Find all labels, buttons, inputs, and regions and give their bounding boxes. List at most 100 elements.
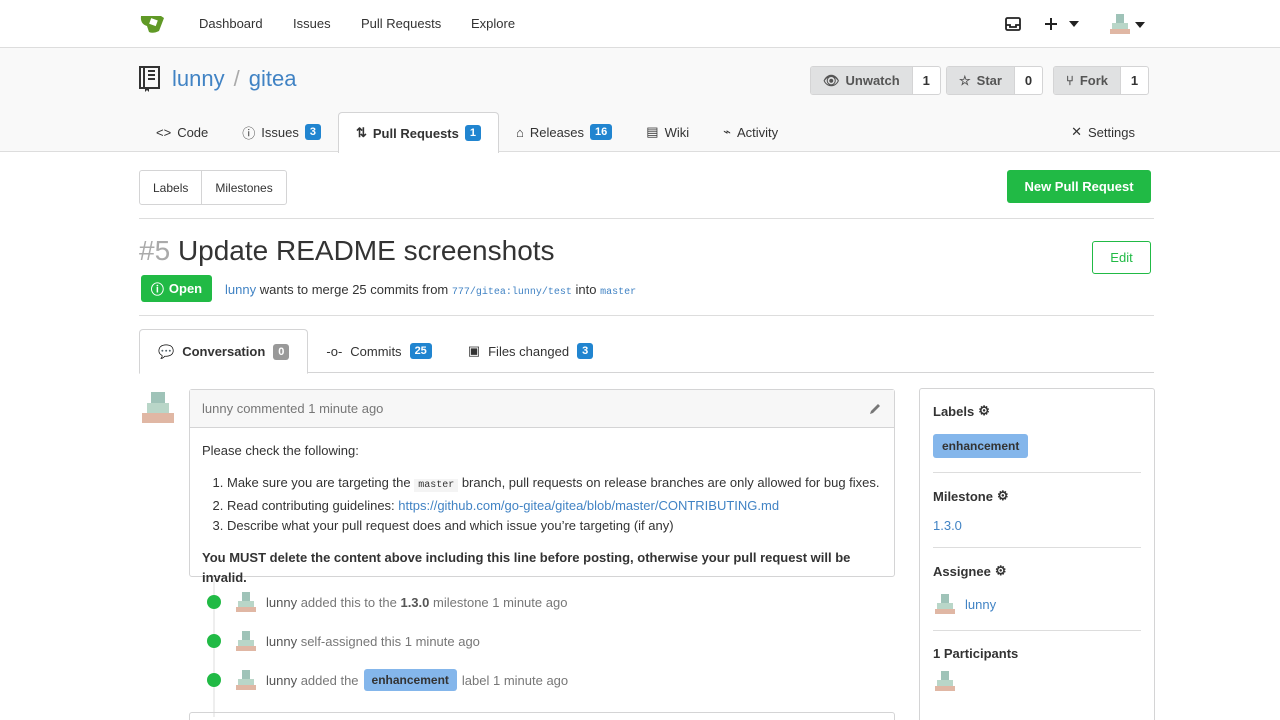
star-count[interactable]: 0: [1013, 67, 1042, 94]
tab-releases[interactable]: ⌂ Releases 16: [499, 112, 629, 152]
unwatch-button[interactable]: 👁 Unwatch: [811, 67, 912, 94]
pr-author-link[interactable]: lunny: [225, 282, 256, 297]
divider: [933, 472, 1141, 473]
tab-files-changed[interactable]: ▣ Files changed 3: [450, 329, 611, 373]
code-icon: <>: [156, 124, 172, 140]
tab-commits-label: Commits: [350, 343, 402, 359]
assignee-header[interactable]: Assignee ⚙: [933, 563, 1006, 579]
tab-wiki-label: Wiki: [664, 124, 690, 140]
from-branch[interactable]: 777/gitea:lunny/test: [452, 287, 572, 298]
tab-pull-requests[interactable]: ⇅ Pull Requests 1: [337, 112, 499, 153]
comment-action: commented: [236, 401, 305, 416]
event-text: added this to the: [300, 594, 397, 610]
unwatch-label: Unwatch: [845, 73, 900, 88]
avatar[interactable]: [234, 668, 258, 692]
fork-button[interactable]: ⑂ Fork: [1054, 67, 1120, 94]
git-commit-icon: -o-: [326, 343, 343, 359]
avatar[interactable]: [139, 389, 177, 427]
gear-icon: ⚙: [994, 563, 1007, 578]
pr-status-badge: ⓘ Open: [141, 275, 212, 302]
assignee-link[interactable]: lunny: [965, 597, 996, 612]
gear-icon: ⚙: [978, 403, 990, 418]
pencil-icon[interactable]: [868, 402, 882, 416]
warning-text: You MUST delete the content above includ…: [202, 550, 851, 585]
tools-icon: ✕: [1071, 124, 1083, 139]
to-branch[interactable]: master: [600, 287, 636, 298]
book-icon: ▤: [646, 124, 659, 139]
merge-description: lunny wants to merge 25 commits from 777…: [225, 282, 636, 298]
fork-count[interactable]: 1: [1119, 67, 1148, 94]
edit-title-button[interactable]: Edit: [1092, 241, 1151, 274]
repo-owner-link[interactable]: lunny: [172, 66, 225, 92]
comment-form: [189, 712, 895, 720]
new-pull-request-button[interactable]: New Pull Request: [1007, 170, 1151, 203]
milestone-link[interactable]: 1.3.0: [933, 518, 962, 533]
git-pull-request-icon: ⇅: [355, 125, 367, 140]
contributing-link[interactable]: https://github.com/go-gitea/gitea/blob/m…: [398, 498, 779, 513]
tab-conversation-label: Conversation: [182, 344, 266, 359]
watch-count[interactable]: 1: [911, 67, 940, 94]
tab-conversation[interactable]: 💬 Conversation 0: [139, 329, 309, 374]
tab-wiki[interactable]: ▤ Wiki: [629, 112, 706, 152]
repo-title: lunny / gitea: [139, 66, 296, 92]
star-button[interactable]: ☆ Star: [947, 67, 1014, 94]
nav-explore[interactable]: Explore: [471, 16, 515, 31]
event-milestone[interactable]: 1.3.0: [400, 595, 429, 610]
nav-pull-requests[interactable]: Pull Requests: [361, 16, 441, 31]
sidebar-label[interactable]: enhancement: [933, 434, 1029, 458]
nav-issues[interactable]: Issues: [293, 16, 331, 31]
gitea-logo-icon[interactable]: [139, 11, 167, 35]
assignee-item[interactable]: lunny: [933, 592, 996, 616]
item2-text: Read contributing guidelines:: [227, 498, 395, 513]
avatar[interactable]: [933, 669, 957, 693]
labels-header[interactable]: Labels ⚙: [933, 403, 990, 419]
repo-name-link[interactable]: gitea: [249, 66, 297, 92]
comment-intro: Please check the following:: [202, 443, 359, 458]
milestone-header[interactable]: Milestone ⚙: [933, 488, 1009, 504]
event-user[interactable]: lunny: [266, 673, 297, 688]
comment-author[interactable]: lunny: [202, 401, 233, 416]
divider: [139, 315, 1154, 316]
avatar[interactable]: [234, 590, 258, 614]
timeline-event: lunny added this to the 1.3.0 milestone …: [207, 590, 567, 614]
tab-issues[interactable]: ⓘ Issues 3: [225, 112, 338, 152]
labels-title: Labels: [933, 403, 975, 419]
pr-number: #5: [139, 235, 171, 266]
pulse-icon: ⌁: [723, 124, 731, 139]
tab-issues-label: Issues: [261, 124, 299, 140]
milestones-button[interactable]: Milestones: [201, 171, 285, 204]
tab-settings[interactable]: ✕ Settings: [1071, 112, 1135, 152]
event-user[interactable]: lunny: [266, 595, 297, 610]
tab-pull-requests-label: Pull Requests: [372, 125, 459, 141]
eye-icon: 👁: [823, 72, 840, 88]
avatar: [935, 594, 955, 614]
event-text-end: label 1 minute ago: [461, 672, 569, 688]
plus-icon[interactable]: [1045, 12, 1081, 36]
pr-subtabs: 💬 Conversation 0 -o- Commits 25 ▣ Files …: [139, 329, 1154, 374]
tab-commits[interactable]: -o- Commits 25: [308, 329, 449, 373]
nav-dashboard[interactable]: Dashboard: [199, 16, 263, 31]
divider: [139, 218, 1154, 219]
event-user[interactable]: lunny: [266, 634, 297, 649]
labels-milestones-group: Labels Milestones: [139, 170, 287, 205]
gear-icon: ⚙: [996, 488, 1009, 503]
fork-icon: ⑂: [1066, 73, 1074, 88]
watch-button-group: 👁 Unwatch 1: [810, 66, 941, 95]
fork-label: Fork: [1079, 73, 1108, 88]
files-changed-count-badge: 3: [577, 343, 594, 359]
event-dot: [207, 634, 221, 648]
avatar[interactable]: [234, 629, 258, 653]
star-button-group: ☆ Star 0: [946, 66, 1043, 95]
event-dot: [207, 595, 221, 609]
divider: [933, 630, 1141, 631]
event-text-end: milestone 1 minute ago: [433, 594, 568, 610]
assignee-title: Assignee: [933, 563, 991, 579]
user-avatar-menu[interactable]: [1108, 12, 1146, 36]
tab-activity[interactable]: ⌁ Activity: [706, 112, 795, 152]
inbox-icon[interactable]: [1005, 12, 1021, 36]
comment-discussion-icon: 💬: [158, 343, 175, 359]
tab-code[interactable]: <> Code: [139, 112, 225, 152]
event-label-chip[interactable]: enhancement: [363, 669, 457, 691]
divider: [933, 547, 1141, 548]
labels-button[interactable]: Labels: [140, 171, 201, 204]
